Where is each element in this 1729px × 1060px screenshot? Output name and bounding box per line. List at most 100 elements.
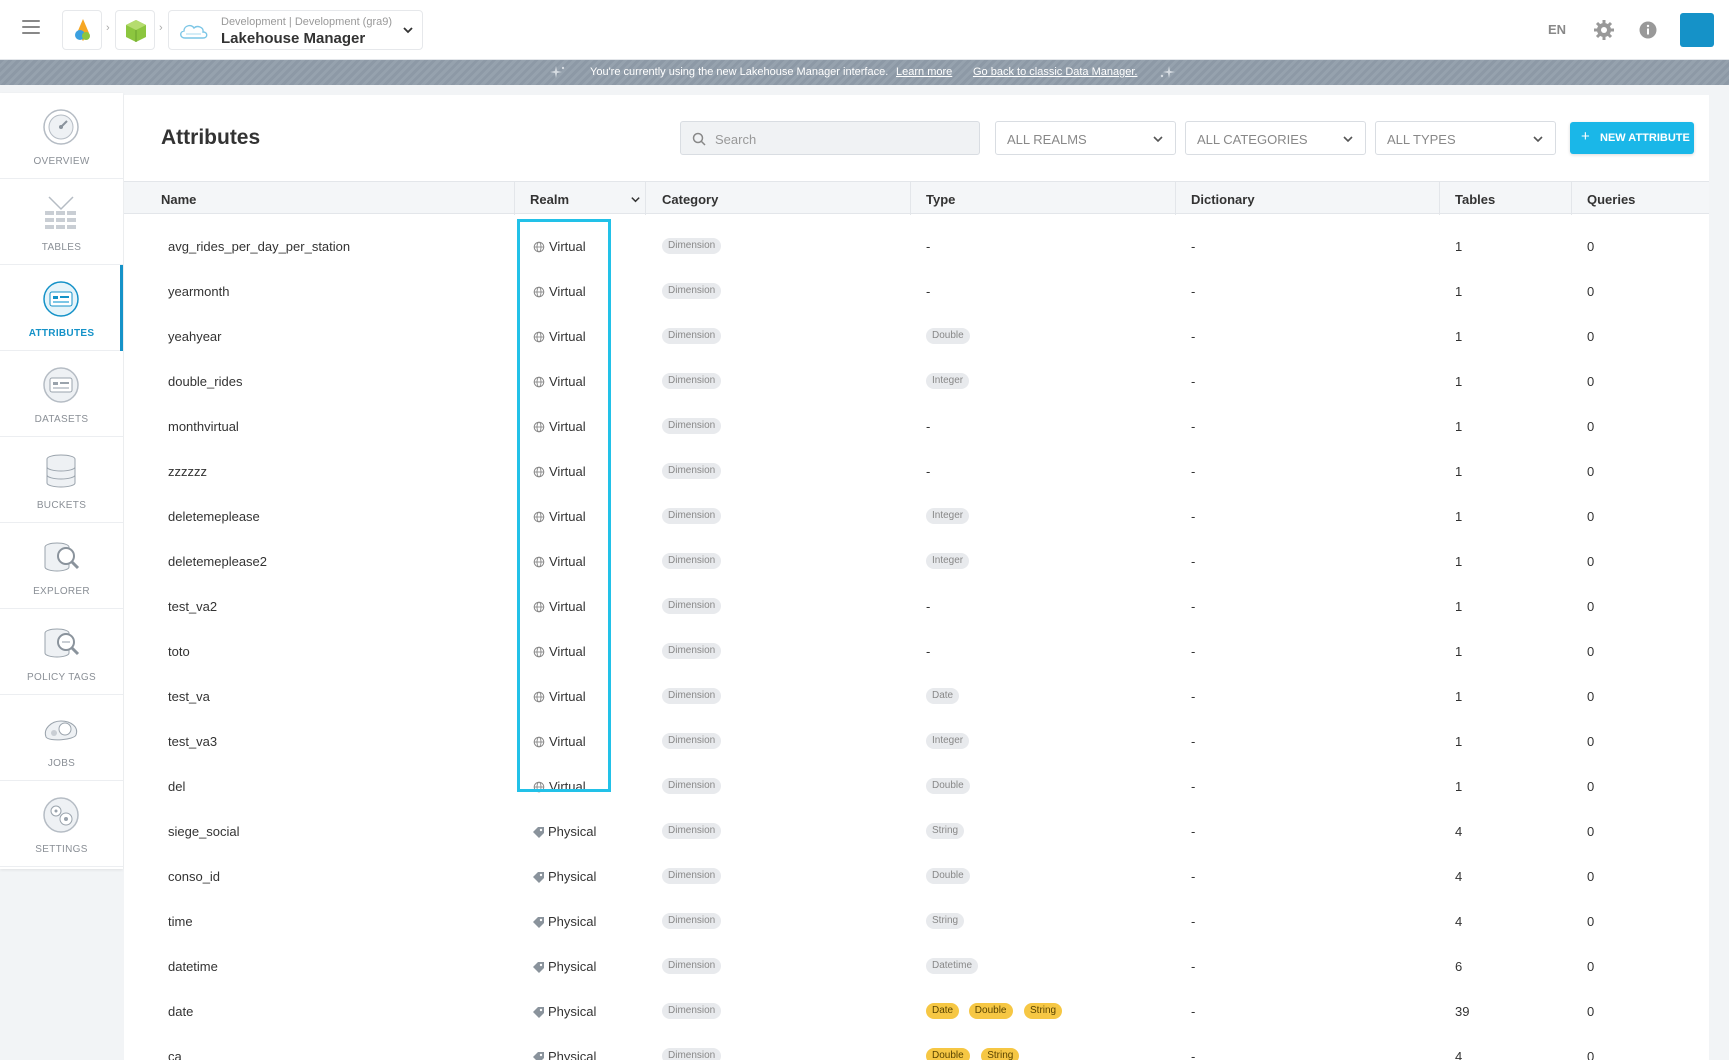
attribute-name[interactable]: avg_rides_per_day_per_station <box>168 239 350 254</box>
globe-icon <box>533 600 545 618</box>
table-row[interactable]: date Physical Dimension Date Double String - 39… <box>124 989 1709 1034</box>
sidebar-item-policy-tags[interactable]: POLICY TAGS <box>0 609 123 695</box>
attribute-name[interactable]: test_va3 <box>168 734 217 749</box>
sidebar-item-settings[interactable]: SETTINGS <box>0 781 123 867</box>
search-input[interactable] <box>715 129 965 149</box>
org-logo-button[interactable] <box>62 10 102 50</box>
realm-value: Physical <box>548 914 597 929</box>
chevron-down-icon <box>1153 136 1163 143</box>
column-header-queries[interactable]: Queries <box>1587 192 1635 207</box>
type-value: - <box>926 419 931 434</box>
gear-icon[interactable] <box>1593 19 1615 41</box>
category-badge: Dimension <box>662 688 722 704</box>
attribute-name[interactable]: zzzzzz <box>168 464 207 479</box>
table-row[interactable]: zzzzzz Virtual Dimension - - 1 0 <box>124 449 1709 494</box>
realms-filter-select[interactable]: ALL REALMS <box>995 121 1176 155</box>
sidebar-item-tables[interactable]: TABLES <box>0 179 123 265</box>
attribute-name[interactable]: toto <box>168 644 190 659</box>
category-badge: Dimension <box>662 778 722 794</box>
column-header-type[interactable]: Type <box>926 192 955 207</box>
table-row[interactable]: ca Physical Dimension Double String - 4 0 <box>124 1034 1709 1060</box>
project-button[interactable] <box>115 10 155 50</box>
table-row[interactable]: avg_rides_per_day_per_station Virtual Dime… <box>124 224 1709 269</box>
info-icon[interactable] <box>1637 19 1659 41</box>
attribute-name[interactable]: datetime <box>168 959 218 974</box>
attribute-name[interactable]: siege_social <box>168 824 240 839</box>
new-attribute-button[interactable]: + NEW ATTRIBUTE <box>1570 122 1694 154</box>
attribute-name[interactable]: double_rides <box>168 374 242 389</box>
sidebar-item-explorer[interactable]: EXPLORER <box>0 523 123 609</box>
globe-icon <box>533 375 545 393</box>
sort-chevron-icon[interactable] <box>630 194 641 205</box>
types-filter-select[interactable]: ALL TYPES <box>1375 121 1556 155</box>
globe-icon <box>533 285 545 303</box>
sidebar-item-buckets[interactable]: BUCKETS <box>0 437 123 523</box>
learn-more-link[interactable]: Learn more <box>896 66 952 78</box>
buckets-icon <box>46 454 76 488</box>
tag-icon <box>532 870 545 888</box>
table-row[interactable]: yearmonth Virtual Dimension - - 1 0 <box>124 269 1709 314</box>
go-back-classic-link[interactable]: Go back to classic Data Manager. <box>973 66 1137 78</box>
table-row[interactable]: deletemeplease Virtual Dimension Integer - 1 0 <box>124 494 1709 539</box>
attribute-name[interactable]: del <box>168 779 185 794</box>
queries-count: 0 <box>1587 959 1595 974</box>
table-row[interactable]: time Physical Dimension String - 4 0 <box>124 899 1709 944</box>
attribute-name[interactable]: yeahyear <box>168 329 221 344</box>
categories-filter-select[interactable]: ALL CATEGORIES <box>1185 121 1366 155</box>
attribute-name[interactable]: ca <box>168 1049 182 1060</box>
table-row[interactable]: datetime Physical Dimension Datetime - 6 0 <box>124 944 1709 989</box>
table-row[interactable]: conso_id Physical Dimension Double - 4 0 <box>124 854 1709 899</box>
hamburger-menu-icon[interactable] <box>22 20 40 38</box>
sidebar-item-datasets[interactable]: DATASETS <box>0 351 123 437</box>
dictionary-value: - <box>1191 239 1196 254</box>
attribute-name[interactable]: test_va2 <box>168 599 217 614</box>
language-selector[interactable]: EN <box>1548 22 1566 37</box>
dictionary-value: - <box>1191 374 1196 389</box>
table-row[interactable]: double_rides Virtual Dimension Integer - 1 0 <box>124 359 1709 404</box>
tables-count: 1 <box>1455 284 1463 299</box>
search-box[interactable] <box>680 121 980 155</box>
attribute-name[interactable]: time <box>168 914 193 929</box>
globe-icon <box>533 555 545 573</box>
attribute-name[interactable]: deletemeplease2 <box>168 554 267 569</box>
table-row[interactable]: siege_social Physical Dimension String - 4 0 <box>124 809 1709 854</box>
column-header-category[interactable]: Category <box>662 192 718 207</box>
category-badge: Dimension <box>662 958 722 974</box>
attribute-name[interactable]: monthvirtual <box>168 419 239 434</box>
attribute-name[interactable]: test_va <box>168 689 210 704</box>
org-logo-icon <box>75 19 90 41</box>
user-avatar[interactable] <box>1680 13 1714 47</box>
column-header-realm[interactable]: Realm <box>530 192 569 207</box>
table-row[interactable]: del Virtual Dimension Double - 1 0 <box>124 764 1709 809</box>
queries-count: 0 <box>1587 779 1595 794</box>
queries-count: 0 <box>1587 824 1595 839</box>
table-row[interactable]: monthvirtual Virtual Dimension - - 1 0 <box>124 404 1709 449</box>
table-row[interactable]: deletemeplease2 Virtual Dimension Integer - 1… <box>124 539 1709 584</box>
attribute-name[interactable]: conso_id <box>168 869 220 884</box>
attribute-name[interactable]: deletemeplease <box>168 509 260 524</box>
type-badge: Double <box>926 778 970 794</box>
sidebar-item-overview[interactable]: OVERVIEW <box>0 93 123 179</box>
table-row[interactable]: test_va Virtual Dimension Date - 1 0 <box>124 674 1709 719</box>
attribute-name[interactable]: yearmonth <box>168 284 229 299</box>
dictionary-value: - <box>1191 914 1196 929</box>
search-icon <box>692 132 706 146</box>
jobs-icon <box>44 720 78 741</box>
queries-count: 0 <box>1587 734 1595 749</box>
type-value: - <box>926 464 931 479</box>
column-header-dictionary[interactable]: Dictionary <box>1191 192 1255 207</box>
sidebar-item-attributes[interactable]: ATTRIBUTES <box>0 265 123 351</box>
sidebar-item-jobs[interactable]: JOBS <box>0 695 123 781</box>
globe-icon <box>533 690 545 708</box>
attribute-name[interactable]: date <box>168 1004 193 1019</box>
chevron-down-icon <box>1533 136 1543 143</box>
category-badge: Dimension <box>662 373 722 389</box>
table-row[interactable]: toto Virtual Dimension - - 1 0 <box>124 629 1709 674</box>
tag-icon <box>532 915 545 933</box>
table-row[interactable]: test_va2 Virtual Dimension - - 1 0 <box>124 584 1709 629</box>
column-header-name[interactable]: Name <box>161 192 196 207</box>
environment-selector[interactable]: Development | Development (gra9) Lakehou… <box>168 10 423 50</box>
column-header-tables[interactable]: Tables <box>1455 192 1495 207</box>
table-row[interactable]: yeahyear Virtual Dimension Double - 1 0 <box>124 314 1709 359</box>
table-row[interactable]: test_va3 Virtual Dimension Integer - 1 0 <box>124 719 1709 764</box>
